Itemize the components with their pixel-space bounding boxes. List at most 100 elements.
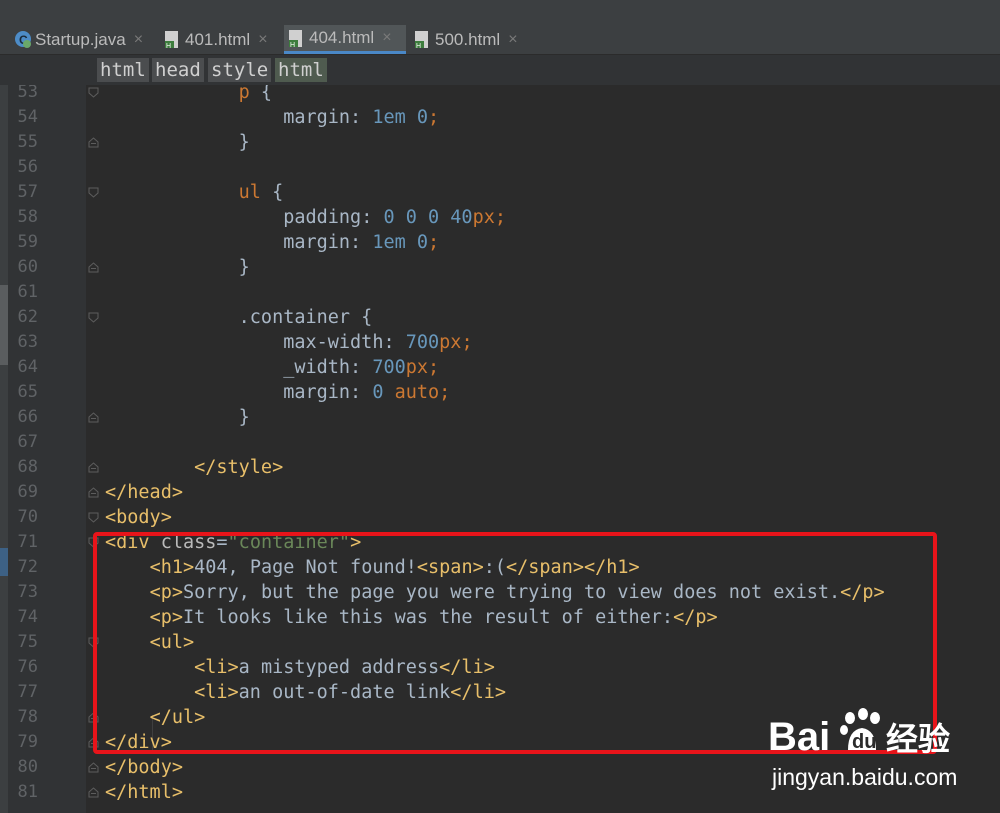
code-token: </style> [194,457,284,478]
code-text: </head> [105,480,183,505]
close-icon[interactable]: × [134,31,143,49]
code-token: 0 [416,232,429,253]
code-line[interactable]: 70 <body> [0,505,1000,530]
code-token: auto [394,382,440,403]
code-token: ; [439,382,451,403]
code-token: .container [238,307,351,328]
code-text: margin: 1em 0; [105,105,439,130]
code-text: max-width: 700px; [105,330,473,355]
line-number: 81 [17,782,38,802]
line-number: 65 [17,382,38,402]
code-line[interactable]: 56 [0,155,1000,180]
tab-401-html[interactable]: H 401.html × [164,25,280,54]
tab-label: 500.html [435,29,501,49]
line-number: 79 [17,732,38,752]
code-line[interactable]: 64 _width: 700px; [0,355,1000,380]
code-line[interactable]: 62 .container { [0,305,1000,330]
breadcrumb-item-style[interactable]: style [208,58,272,82]
line-number: 74 [17,607,38,627]
tab-404-html[interactable]: H 404.html × [284,25,406,54]
code-line[interactable]: 69 </head> [0,480,1000,505]
code-token: margin [283,107,351,128]
line-number: 57 [17,182,38,202]
close-icon[interactable]: × [382,29,391,47]
line-number: 71 [17,532,38,552]
tab-500-html[interactable]: H 500.html × [414,25,530,54]
code-text: .container { [105,305,373,330]
code-text: </html> [105,780,183,805]
line-number: 53 [17,85,38,102]
code-line[interactable]: 61 [0,280,1000,305]
line-number: 61 [17,282,38,302]
code-line[interactable]: 65 margin: 0 auto; [0,380,1000,405]
svg-text:H: H [416,43,421,49]
code-token: px [405,357,429,378]
svg-text:H: H [166,43,171,49]
fold-marker-icon[interactable] [88,312,99,323]
fold-marker-icon[interactable] [88,187,99,198]
code-line[interactable]: 57 ul { [0,180,1000,205]
code-line[interactable]: 59 margin: 1em 0; [0,230,1000,255]
fold-marker-icon[interactable] [88,262,99,273]
watermark-url: jingyan.baidu.com [772,764,958,790]
code-text: <body> [105,505,172,530]
line-number: 54 [17,107,38,127]
code-token: 1em [372,232,406,253]
line-number: 68 [17,457,38,477]
fold-marker-icon[interactable] [88,462,99,473]
code-token: _width [283,357,351,378]
window-top-strip [0,0,1000,25]
code-token: 40 [450,207,473,228]
breadcrumb-item-html[interactable]: html [97,58,149,82]
code-token: 0 0 0 [383,207,451,228]
svg-text:H: H [290,42,295,48]
java-class-icon: C [14,30,31,49]
code-token: 0 [372,382,384,403]
code-line[interactable]: 58 padding: 0 0 0 40px; [0,205,1000,230]
line-number: 58 [17,207,38,227]
line-number: 77 [17,682,38,702]
code-line[interactable]: 60 } [0,255,1000,280]
close-icon[interactable]: × [508,31,517,49]
code-token: ; [461,332,473,353]
line-number: 63 [17,332,38,352]
code-token: : [361,207,384,228]
fold-marker-icon[interactable] [88,487,99,498]
code-text: margin: 1em 0; [105,230,439,255]
html-file-icon: H [288,29,303,49]
code-token: ul [238,182,261,203]
fold-marker-icon[interactable] [88,87,99,98]
baidu-watermark: Bai du 经验 jingyan.baidu.com [768,706,988,806]
fold-marker-icon[interactable] [88,412,99,423]
breadcrumb-item-head[interactable]: head [152,58,204,82]
code-token: margin [283,232,351,253]
code-token: margin [283,382,351,403]
code-line[interactable]: 54 margin: 1em 0; [0,105,1000,130]
code-token: 700 [405,332,440,353]
line-number: 78 [17,707,38,727]
code-token: <body> [105,507,172,528]
fold-marker-icon[interactable] [88,137,99,148]
fold-marker-icon[interactable] [88,787,99,798]
fold-marker-icon[interactable] [88,512,99,523]
close-icon[interactable]: × [258,31,267,49]
tab-label: 404.html [309,28,375,47]
code-token: : [350,357,373,378]
breadcrumb-item-html-current[interactable]: html [275,58,327,82]
fold-marker-icon[interactable] [88,762,99,773]
code-line[interactable]: 53 p { [0,85,1000,105]
code-line[interactable]: 55 } [0,130,1000,155]
code-line[interactable]: 66 } [0,405,1000,430]
line-number: 73 [17,582,38,602]
code-line[interactable]: 67 [0,430,1000,455]
code-token: : [383,332,406,353]
code-token: </body> [105,757,183,778]
code-line[interactable]: 68 </style> [0,455,1000,480]
tab-startup-java[interactable]: C Startup.java × [14,25,154,54]
code-line[interactable]: 63 max-width: 700px; [0,330,1000,355]
svg-text:经验: 经验 [886,720,950,758]
